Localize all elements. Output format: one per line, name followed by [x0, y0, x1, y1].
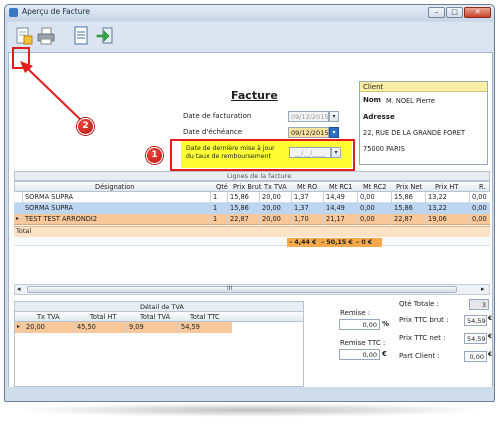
highlight-box-2 [12, 47, 30, 69]
step-badge-2: 2 [77, 118, 94, 135]
annotation-arrow [20, 61, 84, 123]
